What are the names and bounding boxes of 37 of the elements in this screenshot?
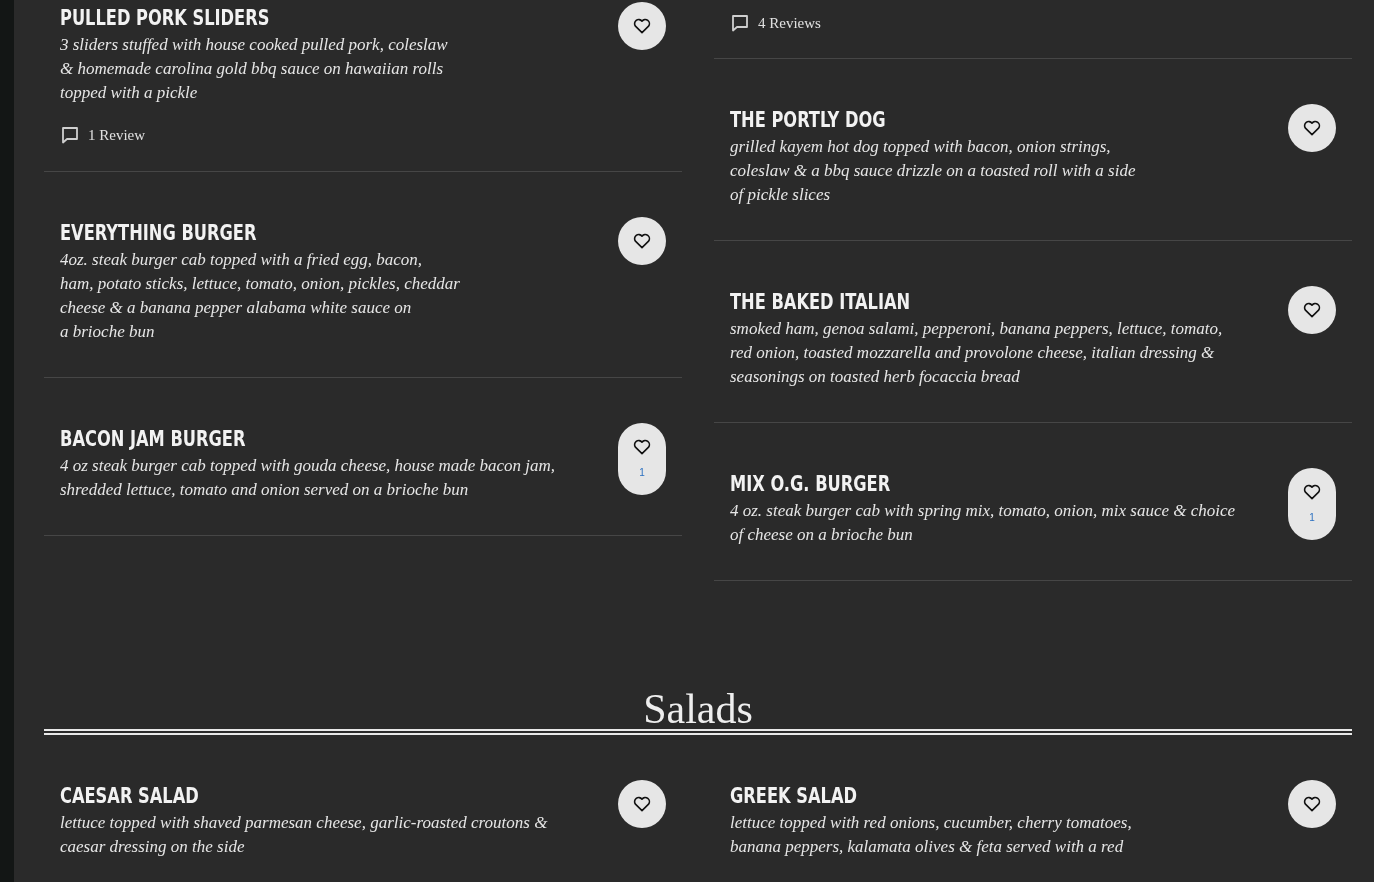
menu-item-description: grilled kayem hot dog topped with bacon, onion strings, coleslaw & a bbq sauce drizzle on a toasted roll with a side of pickle slices <box>730 136 1136 206</box>
favorite-button[interactable] <box>1288 286 1336 334</box>
menu-item-description: 4 oz steak burger cab topped with gouda cheese, house made bacon jam, shredded lettuce, tomato and onion served on a brioche bun <box>60 455 556 501</box>
reviews-link[interactable]: 1 Review <box>60 125 146 145</box>
menu-item-description: smoked ham, genoa salami, pepperoni, banana peppers, lettuce, tomato, red onion, toasted mozzarella and provolone cheese, italian dressing & seasonings on toasted herb focaccia bread <box>730 318 1223 388</box>
heart-icon <box>633 439 651 455</box>
menu-item-name: BACON JAM BURGER <box>60 426 247 452</box>
menu-item-name: GREEK SALAD <box>730 783 858 809</box>
heart-icon <box>1303 302 1321 318</box>
menu-item-description: lettuce topped with shaved parmesan cheese, garlic-roasted croutons & caesar dressing on the side <box>60 812 548 858</box>
menu-item-name: CAESAR SALAD <box>60 783 200 809</box>
favorite-button[interactable]: 1 <box>1288 468 1336 540</box>
favorite-button[interactable] <box>618 780 666 828</box>
heart-icon <box>1303 120 1321 136</box>
menu-item-name: MIX O.G. BURGER <box>730 471 892 497</box>
menu-item-name: THE PORTLY DOG <box>730 107 887 133</box>
comment-icon <box>730 13 750 33</box>
reviews-link[interactable]: 4 Reviews <box>730 13 821 33</box>
section-heading: Salads <box>642 685 754 733</box>
favorite-button[interactable] <box>618 217 666 265</box>
favorite-button[interactable] <box>1288 780 1336 828</box>
heart-icon <box>633 18 651 34</box>
heart-icon <box>633 233 651 249</box>
menu-item-name: EVERYTHING BURGER <box>60 220 258 246</box>
menu-item-description: 4 oz. steak burger cab with spring mix, tomato, onion, mix sauce & choice of cheese on a brioche bun <box>730 500 1236 546</box>
heart-icon <box>633 796 651 812</box>
comment-icon <box>60 125 80 145</box>
menu-item-description: lettuce topped with red onions, cucumber, cherry tomatoes, banana peppers, kalamata olives & feta served with a red <box>730 812 1132 858</box>
menu-item-description: 3 sliders stuffed with house cooked pulled pork, coleslaw & homemade carolina gold bbq sauce on hawaiian rolls topped with a pickle <box>60 34 448 104</box>
favorite-button[interactable]: 1 <box>618 423 666 495</box>
favorite-button[interactable] <box>618 2 666 50</box>
heart-icon <box>1303 484 1321 500</box>
menu-item-description: 4oz. steak burger cab topped with a fried egg, bacon, ham, potato sticks, lettuce, tomato, onion, pickles, cheddar cheese & a banana pepper alabama white sauce on a brioche bun <box>60 249 460 343</box>
menu-item-name: THE BAKED ITALIAN <box>730 289 912 315</box>
heart-icon <box>1303 796 1321 812</box>
favorite-button[interactable] <box>1288 104 1336 152</box>
menu-item-name: PULLED PORK SLIDERS <box>60 5 271 31</box>
